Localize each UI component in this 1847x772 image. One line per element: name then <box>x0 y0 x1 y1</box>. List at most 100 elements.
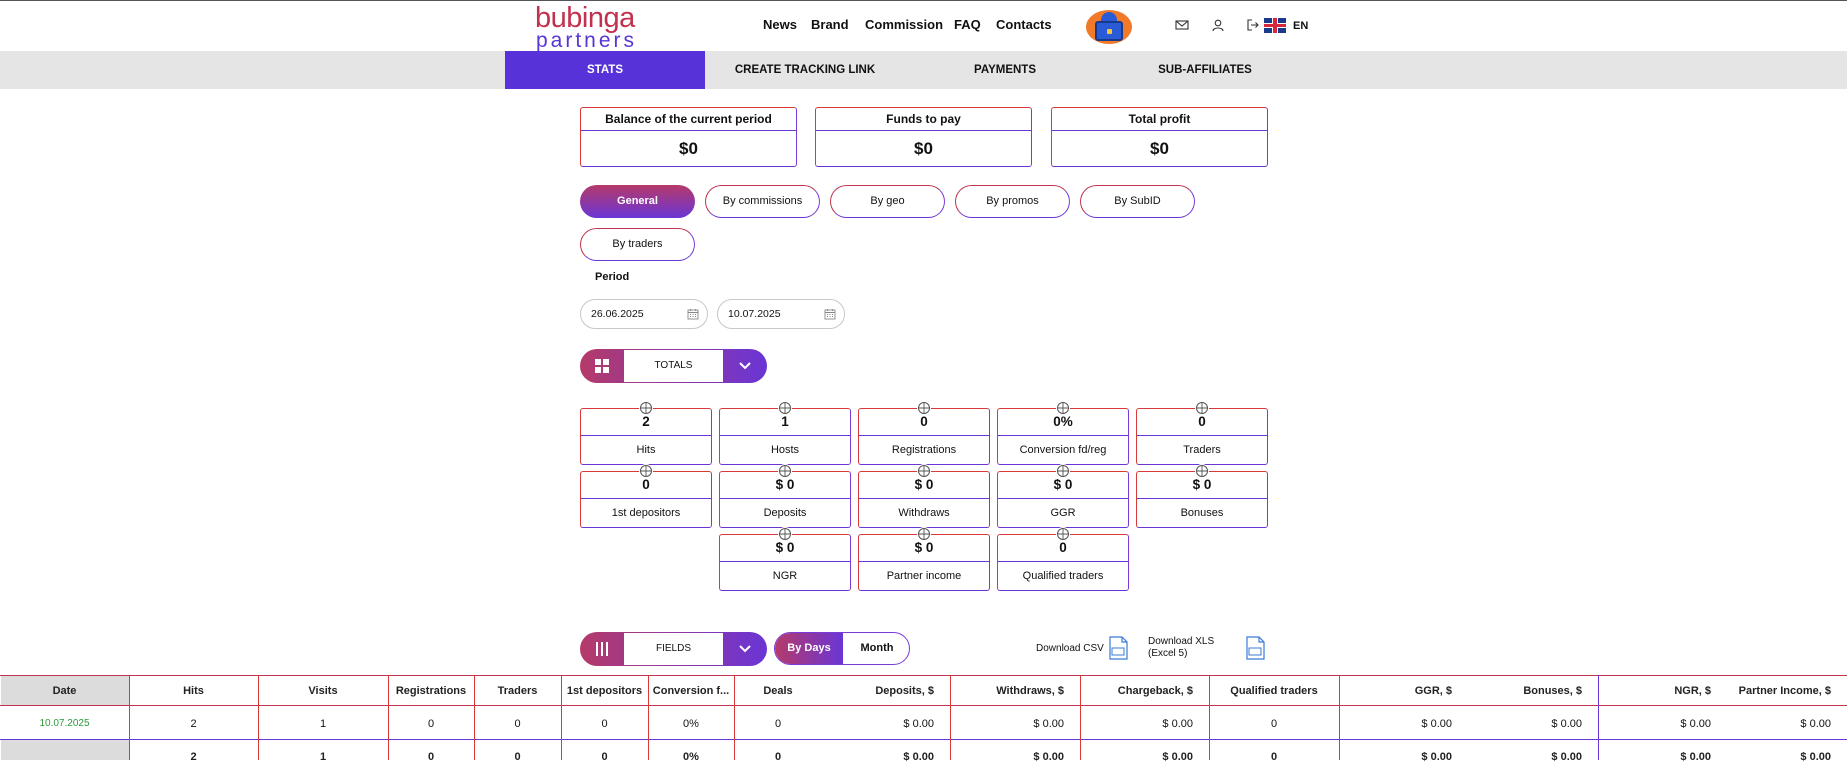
download-xls-link[interactable]: Download XLS (Excel 5) <box>1148 636 1214 660</box>
fields-label: FIELDS <box>624 633 723 665</box>
card-title: Funds to pay <box>816 108 1031 131</box>
column-header[interactable]: Withdraws, $ <box>950 676 1064 706</box>
total-cell: 2 <box>190 751 197 763</box>
tab-stats[interactable]: STATS <box>505 51 705 89</box>
table-cell: $ 0.00 <box>1162 718 1193 730</box>
crosshair-icon[interactable] <box>1195 401 1209 415</box>
total-cell: 0 <box>427 751 435 763</box>
group-by-days-button[interactable]: By Days <box>775 633 843 664</box>
nav-news[interactable]: News <box>763 17 797 32</box>
column-header[interactable]: 1st depositors <box>561 676 648 706</box>
total-cell: 0% <box>683 751 699 763</box>
column-header[interactable]: Deals <box>734 676 822 706</box>
stat-card-bonuses: $ 0 Bonuses <box>1136 464 1268 528</box>
total-cell: $ 0.00 <box>1680 751 1711 763</box>
crosshair-icon[interactable] <box>778 401 792 415</box>
column-header[interactable]: Visits <box>258 676 388 706</box>
download-csv-link[interactable]: Download CSV <box>1036 643 1104 655</box>
stat-label: Registrations <box>891 444 957 456</box>
column-header[interactable]: Conversion f... <box>648 676 734 706</box>
table-cell: 2 <box>190 718 197 730</box>
column-header[interactable]: Partner Income, $ <box>1727 676 1831 706</box>
stat-value: $ 0 <box>1053 477 1073 492</box>
chevron-down-icon[interactable] <box>738 643 752 655</box>
stat-value: 0 <box>920 414 928 429</box>
stats-table: Date Hits Visits Registrations Traders 1st de… <box>0 675 1847 763</box>
csv-file-icon[interactable] <box>1107 636 1129 660</box>
nav-contacts[interactable]: Contacts <box>996 17 1052 32</box>
stat-label: Hosts <box>770 444 800 456</box>
filter-by-commissions[interactable]: By commissions <box>705 185 820 218</box>
filter-by-traders[interactable]: By traders <box>580 228 695 261</box>
crosshair-icon[interactable] <box>639 401 653 415</box>
column-header[interactable]: Date <box>0 676 129 706</box>
column-header[interactable]: Chargeback, $ <box>1080 676 1193 706</box>
column-header[interactable]: Qualified traders <box>1209 676 1339 706</box>
total-cell: 0 <box>1270 751 1278 763</box>
language-selector[interactable]: EN <box>1293 20 1308 32</box>
user-icon[interactable] <box>1211 18 1225 32</box>
column-header[interactable]: Traders <box>474 676 561 706</box>
tab-payments[interactable]: PAYMENTS <box>905 51 1105 89</box>
chevron-down-icon[interactable] <box>738 360 752 372</box>
table-cell: 0 <box>601 718 608 730</box>
crosshair-icon[interactable] <box>917 464 931 478</box>
filter-by-promos[interactable]: By promos <box>955 185 1070 218</box>
crosshair-icon[interactable] <box>1056 401 1070 415</box>
calendar-icon[interactable] <box>824 308 836 320</box>
total-cell: $ 0.00 <box>1162 751 1193 763</box>
nav-faq[interactable]: FAQ <box>954 17 981 32</box>
fields-selector[interactable]: FIELDS <box>580 632 767 666</box>
stat-value: $ 0 <box>775 540 795 555</box>
crosshair-icon[interactable] <box>639 464 653 478</box>
stat-label: Hits <box>636 444 656 456</box>
group-by-month-button[interactable]: Month <box>843 633 909 664</box>
mail-icon[interactable] <box>1175 18 1189 32</box>
crosshair-icon[interactable] <box>917 527 931 541</box>
column-header[interactable]: Registrations <box>388 676 474 706</box>
filter-by-geo[interactable]: By geo <box>830 185 945 218</box>
logout-icon[interactable] <box>1246 18 1260 32</box>
column-header[interactable]: Bonuses, $ <box>1468 676 1582 706</box>
uk-flag-icon[interactable] <box>1264 18 1286 33</box>
date-from-input[interactable]: 26.06.2025 <box>580 299 708 329</box>
total-cell: 0 <box>514 751 521 763</box>
crosshair-icon[interactable] <box>1056 527 1070 541</box>
logo[interactable]: bubinga partners <box>535 4 635 52</box>
nav-commission[interactable]: Commission <box>865 17 943 32</box>
crosshair-icon[interactable] <box>1195 464 1209 478</box>
card-title: Total profit <box>1052 108 1267 131</box>
promo-chest-icon[interactable] <box>1086 10 1132 44</box>
column-header[interactable]: NGR, $ <box>1598 676 1711 706</box>
totals-selector[interactable]: TOTALS <box>580 349 767 383</box>
card-value: $0 <box>914 139 933 158</box>
stat-value: 0 <box>642 477 650 492</box>
column-header[interactable]: GGR, $ <box>1339 676 1452 706</box>
calendar-icon[interactable] <box>687 308 699 320</box>
crosshair-icon[interactable] <box>778 527 792 541</box>
card-value: $0 <box>679 139 698 158</box>
crosshair-icon[interactable] <box>778 464 792 478</box>
card-title: Balance of the current period <box>581 108 796 131</box>
crosshair-icon[interactable] <box>917 401 931 415</box>
stat-value: $ 0 <box>914 477 934 492</box>
total-cell: 0 <box>774 751 782 763</box>
tab-create-tracking-link[interactable]: CREATE TRACKING LINK <box>705 51 905 89</box>
column-header[interactable]: Hits <box>129 676 258 706</box>
xls-file-icon[interactable] <box>1244 636 1266 660</box>
tab-sub-affiliates[interactable]: SUB-AFFILIATES <box>1105 51 1305 89</box>
stat-label: 1st depositors <box>611 507 681 519</box>
stat-label: GGR <box>1050 507 1076 519</box>
total-cell: $ 0.00 <box>1800 751 1831 763</box>
crosshair-icon[interactable] <box>1056 464 1070 478</box>
stat-value: $ 0 <box>775 477 795 492</box>
column-header[interactable]: Deposits, $ <box>822 676 934 706</box>
filter-general[interactable]: General <box>580 185 695 218</box>
grid-icon <box>595 359 609 373</box>
nav-brand[interactable]: Brand <box>811 17 849 32</box>
stat-card-hosts: 1 Hosts <box>719 401 851 465</box>
date-to-input[interactable]: 10.07.2025 <box>717 299 845 329</box>
stat-card-ggr: $ 0 GGR <box>997 464 1129 528</box>
filter-by-subid[interactable]: By SubID <box>1080 185 1195 218</box>
table-cell: 0 <box>774 718 782 730</box>
